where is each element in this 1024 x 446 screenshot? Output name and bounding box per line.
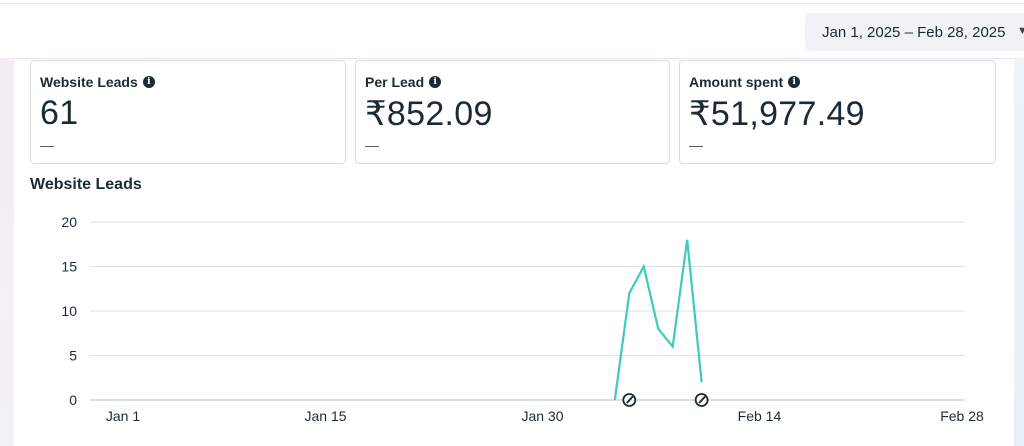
y-tick-label: 20: [61, 214, 77, 230]
y-tick-label: 15: [61, 259, 77, 275]
series-line: [613, 239, 703, 401]
x-tick-label: Feb 28: [940, 408, 984, 424]
x-tick-label: Jan 30: [521, 408, 563, 424]
line-chart: 0 5 10 15 20 Jan 1 Jan 15 Jan 30 Feb 14 Feb 28: [61, 214, 984, 424]
x-tick-label: Jan 15: [304, 408, 346, 424]
y-tick-label: 0: [69, 392, 77, 408]
y-tick-label: 5: [69, 348, 77, 364]
x-tick-label: Jan 1: [106, 408, 140, 424]
x-tick-label: Feb 14: [738, 408, 782, 424]
y-tick-label: 10: [61, 303, 77, 319]
